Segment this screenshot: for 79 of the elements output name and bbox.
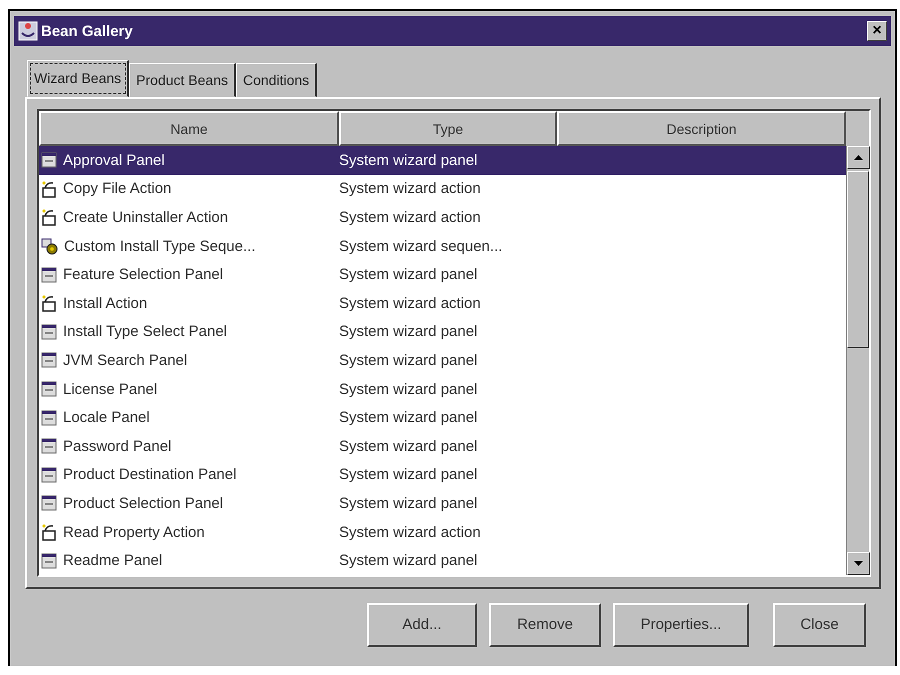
- down-arrow-icon: [854, 560, 863, 566]
- table-row[interactable]: Locale Panel System wizard panel: [39, 403, 846, 432]
- column-header[interactable]: Name: [39, 111, 339, 146]
- table-cell: System wizard action: [339, 524, 481, 541]
- table-cell: System wizard panel: [339, 552, 478, 570]
- up-arrow-icon: [854, 155, 863, 160]
- table-row[interactable]: Install Action System wizard action: [39, 288, 846, 318]
- panel-icon: [41, 352, 57, 368]
- table-row[interactable]: Install Type Select Panel System wizard panel: [39, 318, 846, 346]
- table-cell: Read Property Action: [63, 524, 205, 541]
- table-cell: System wizard action: [339, 294, 481, 312]
- table-cell: Approval Panel: [63, 152, 165, 169]
- table-cell: System wizard action: [339, 208, 481, 226]
- dialog-button[interactable]: Remove: [489, 602, 601, 647]
- dialog-button[interactable]: Properties...: [613, 602, 749, 647]
- table-cell: System wizard action: [339, 180, 481, 198]
- table-cell: Product Destination Panel: [63, 466, 236, 484]
- column-header[interactable]: Type: [339, 111, 557, 146]
- tab[interactable]: Product Beans: [129, 63, 236, 97]
- scroll-down-button[interactable]: [847, 552, 870, 575]
- panel-icon: [41, 466, 57, 483]
- panel-icon: [41, 381, 57, 398]
- panel-icon: [41, 152, 57, 168]
- action-icon: [41, 180, 57, 198]
- table-cell: System wizard panel: [339, 352, 478, 369]
- table-row[interactable]: Product Selection Panel System wizard panel: [39, 489, 846, 518]
- table-cell: Readme Panel: [63, 552, 162, 570]
- table-cell: System wizard panel: [339, 409, 478, 426]
- table-cell: Install Type Select Panel: [63, 323, 227, 340]
- table-cell: Product Selection Panel: [63, 494, 224, 512]
- panel-icon: [41, 324, 57, 340]
- panel-icon: [41, 495, 57, 512]
- table-cell: System wizard panel: [339, 466, 478, 484]
- table-cell: System wizard panel: [339, 438, 478, 455]
- table-cell: Install Action: [63, 294, 148, 312]
- table-cell: License Panel: [63, 380, 158, 398]
- table-row[interactable]: Feature Selection Panel System wizard panel: [39, 260, 846, 289]
- panel-icon: [41, 552, 57, 569]
- table-cell: Copy File Action: [63, 180, 172, 198]
- table-row[interactable]: Approval Panel System wizard panel: [39, 146, 846, 175]
- table-cell: Locale Panel: [63, 409, 150, 426]
- table-cell: System wizard sequen...: [339, 238, 502, 255]
- action-icon: [41, 294, 57, 312]
- table-cell: System wizard panel: [339, 266, 478, 284]
- table-cell: Custom Install Type Seque...: [64, 238, 256, 255]
- action-icon: [41, 523, 57, 542]
- header-corner: [846, 111, 869, 146]
- dialog-button[interactable]: Close: [773, 602, 866, 647]
- table-row[interactable]: License Panel System wizard panel: [39, 374, 846, 404]
- action-icon: [41, 208, 57, 226]
- tab[interactable]: Conditions: [236, 63, 318, 97]
- table-row[interactable]: JVM Search Panel System wizard panel: [39, 346, 846, 375]
- tab[interactable]: Wizard Beans: [27, 60, 130, 97]
- table-row[interactable]: Read Property Action System wizard action: [39, 518, 846, 546]
- table-cell: System wizard panel: [339, 152, 478, 169]
- close-button[interactable]: ×: [867, 21, 887, 41]
- table-cell: Password Panel: [63, 438, 172, 455]
- table-row[interactable]: Readme Panel System wizard panel: [39, 546, 846, 575]
- table-cell: Create Uninstaller Action: [63, 208, 228, 226]
- table-cell: Feature Selection Panel: [63, 266, 224, 284]
- dialog-button[interactable]: Add...: [367, 602, 477, 647]
- scrollbar[interactable]: [846, 146, 869, 575]
- table-row[interactable]: Copy File Action System wizard action: [39, 174, 846, 204]
- window-title: Bean Gallery: [41, 22, 134, 40]
- table-cell: System wizard panel: [339, 323, 478, 340]
- table-row[interactable]: Product Destination Panel System wizard panel: [39, 460, 846, 490]
- table-cell: System wizard panel: [339, 494, 478, 512]
- scroll-thumb[interactable]: [847, 171, 869, 348]
- panel-icon: [41, 266, 57, 283]
- table-row[interactable]: Create Uninstaller Action System wizard action: [39, 203, 846, 232]
- table-row[interactable]: Password Panel System wizard panel: [39, 432, 846, 461]
- panel-icon: [41, 410, 57, 426]
- panel-icon: [41, 438, 57, 454]
- column-header[interactable]: Description: [557, 111, 846, 146]
- scroll-up-button[interactable]: [847, 146, 870, 169]
- table-cell: JVM Search Panel: [63, 352, 188, 369]
- table-row[interactable]: Custom Install Type Seque... System wizard sequen...: [39, 232, 846, 260]
- app-icon: [18, 21, 38, 41]
- table-cell: System wizard panel: [339, 380, 478, 398]
